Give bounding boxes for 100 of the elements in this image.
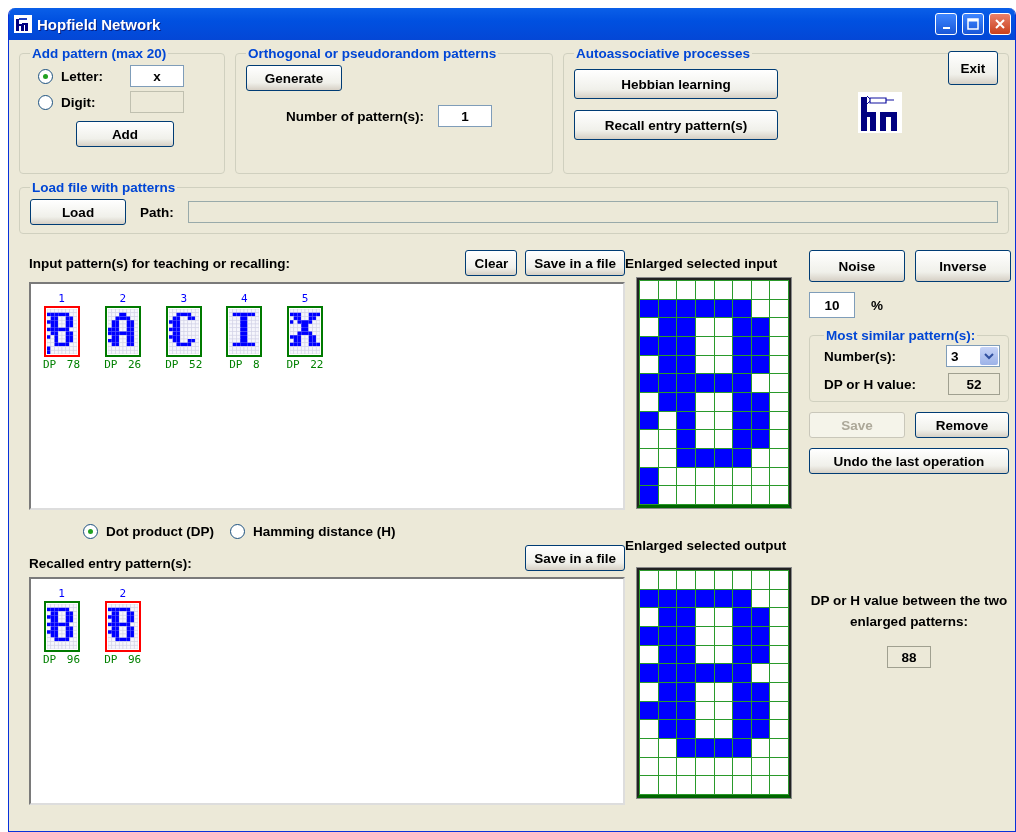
grid-cell[interactable] <box>751 374 770 392</box>
grid-cell[interactable] <box>695 645 714 664</box>
grid-cell[interactable] <box>640 701 658 720</box>
grid-cell[interactable] <box>751 645 770 664</box>
grid-cell[interactable] <box>640 757 658 776</box>
grid-cell[interactable] <box>733 571 751 589</box>
letter-pattern-thumbnail[interactable] <box>165 306 202 357</box>
grid-cell[interactable] <box>714 281 733 299</box>
grid-cell[interactable] <box>658 776 677 794</box>
grid-cell[interactable] <box>695 776 714 794</box>
grid-cell[interactable] <box>640 299 658 318</box>
grid-cell[interactable] <box>733 683 751 701</box>
grid-cell[interactable] <box>714 449 733 467</box>
grid-cell[interactable] <box>695 664 714 682</box>
grid-cell[interactable] <box>770 299 788 318</box>
grid-cell[interactable] <box>695 486 714 504</box>
grid-cell[interactable] <box>733 627 751 645</box>
undo-button[interactable]: Undo the last operation <box>809 448 1009 474</box>
grid-cell[interactable] <box>658 449 677 467</box>
grid-cell[interactable] <box>677 393 695 411</box>
grid-cell[interactable] <box>695 589 714 608</box>
grid-cell[interactable] <box>658 757 677 776</box>
grid-cell[interactable] <box>770 608 788 626</box>
grid-cell[interactable] <box>640 374 658 392</box>
grid-cell[interactable] <box>677 645 695 664</box>
grid-cell[interactable] <box>714 664 733 682</box>
grid-cell[interactable] <box>658 467 677 486</box>
grid-cell[interactable] <box>733 608 751 626</box>
grid-cell[interactable] <box>751 664 770 682</box>
grid-cell[interactable] <box>658 318 677 336</box>
grid-cell[interactable] <box>640 449 658 467</box>
grid-cell[interactable] <box>695 683 714 701</box>
grid-cell[interactable] <box>770 739 788 757</box>
pixel-grid[interactable] <box>637 568 791 798</box>
grid-cell[interactable] <box>714 627 733 645</box>
grid-cell[interactable] <box>770 449 788 467</box>
close-button[interactable] <box>989 13 1011 35</box>
grid-cell[interactable] <box>733 355 751 374</box>
grid-cell[interactable] <box>695 393 714 411</box>
grid-cell[interactable] <box>677 486 695 504</box>
grid-cell[interactable] <box>658 627 677 645</box>
grid-cell[interactable] <box>714 589 733 608</box>
grid-cell[interactable] <box>640 571 658 589</box>
grid-cell[interactable] <box>770 411 788 430</box>
grid-cell[interactable] <box>640 467 658 486</box>
grid-cell[interactable] <box>770 467 788 486</box>
grid-cell[interactable] <box>714 355 733 374</box>
grid-cell[interactable] <box>770 486 788 504</box>
grid-cell[interactable] <box>733 449 751 467</box>
grid-cell[interactable] <box>677 701 695 720</box>
toolbar-button[interactable]: Clear <box>465 250 518 276</box>
grid-cell[interactable] <box>751 739 770 757</box>
grid-cell[interactable] <box>770 627 788 645</box>
grid-cell[interactable] <box>714 683 733 701</box>
minimize-button[interactable] <box>935 13 957 35</box>
grid-cell[interactable] <box>658 701 677 720</box>
grid-cell[interactable] <box>714 430 733 448</box>
grid-cell[interactable] <box>751 411 770 430</box>
noise-button[interactable]: Noise <box>809 250 905 282</box>
grid-cell[interactable] <box>695 757 714 776</box>
grid-cell[interactable] <box>658 739 677 757</box>
letter-pattern-thumbnail[interactable] <box>286 306 323 357</box>
grid-cell[interactable] <box>677 627 695 645</box>
grid-cell[interactable] <box>751 757 770 776</box>
letter-pattern-thumbnail[interactable] <box>104 601 141 652</box>
grid-cell[interactable] <box>640 645 658 664</box>
grid-cell[interactable] <box>677 589 695 608</box>
grid-cell[interactable] <box>733 318 751 336</box>
grid-cell[interactable] <box>658 571 677 589</box>
number-dropdown[interactable]: 3 <box>946 345 1000 367</box>
grid-cell[interactable] <box>733 374 751 392</box>
grid-cell[interactable] <box>658 720 677 738</box>
grid-cell[interactable] <box>733 589 751 608</box>
grid-cell[interactable] <box>658 374 677 392</box>
grid-cell[interactable] <box>714 486 733 504</box>
grid-cell[interactable] <box>751 355 770 374</box>
grid-cell[interactable] <box>658 645 677 664</box>
grid-cell[interactable] <box>640 683 658 701</box>
grid-cell[interactable] <box>751 430 770 448</box>
grid-cell[interactable] <box>677 720 695 738</box>
grid-cell[interactable] <box>733 299 751 318</box>
grid-cell[interactable] <box>733 281 751 299</box>
grid-cell[interactable] <box>695 318 714 336</box>
grid-cell[interactable] <box>658 608 677 626</box>
grid-cell[interactable] <box>751 589 770 608</box>
grid-cell[interactable] <box>640 486 658 504</box>
grid-cell[interactable] <box>695 608 714 626</box>
grid-cell[interactable] <box>714 393 733 411</box>
process-button[interactable]: Hebbian learning <box>574 69 778 99</box>
remove-button[interactable]: Remove <box>915 412 1009 438</box>
exit-button[interactable]: Exit <box>948 51 998 85</box>
grid-cell[interactable] <box>677 411 695 430</box>
grid-cell[interactable] <box>770 374 788 392</box>
letter-pattern-thumbnail[interactable] <box>43 601 80 652</box>
grid-cell[interactable] <box>751 627 770 645</box>
grid-cell[interactable] <box>733 776 751 794</box>
grid-cell[interactable] <box>695 430 714 448</box>
grid-cell[interactable] <box>770 664 788 682</box>
grid-cell[interactable] <box>658 281 677 299</box>
grid-cell[interactable] <box>677 299 695 318</box>
